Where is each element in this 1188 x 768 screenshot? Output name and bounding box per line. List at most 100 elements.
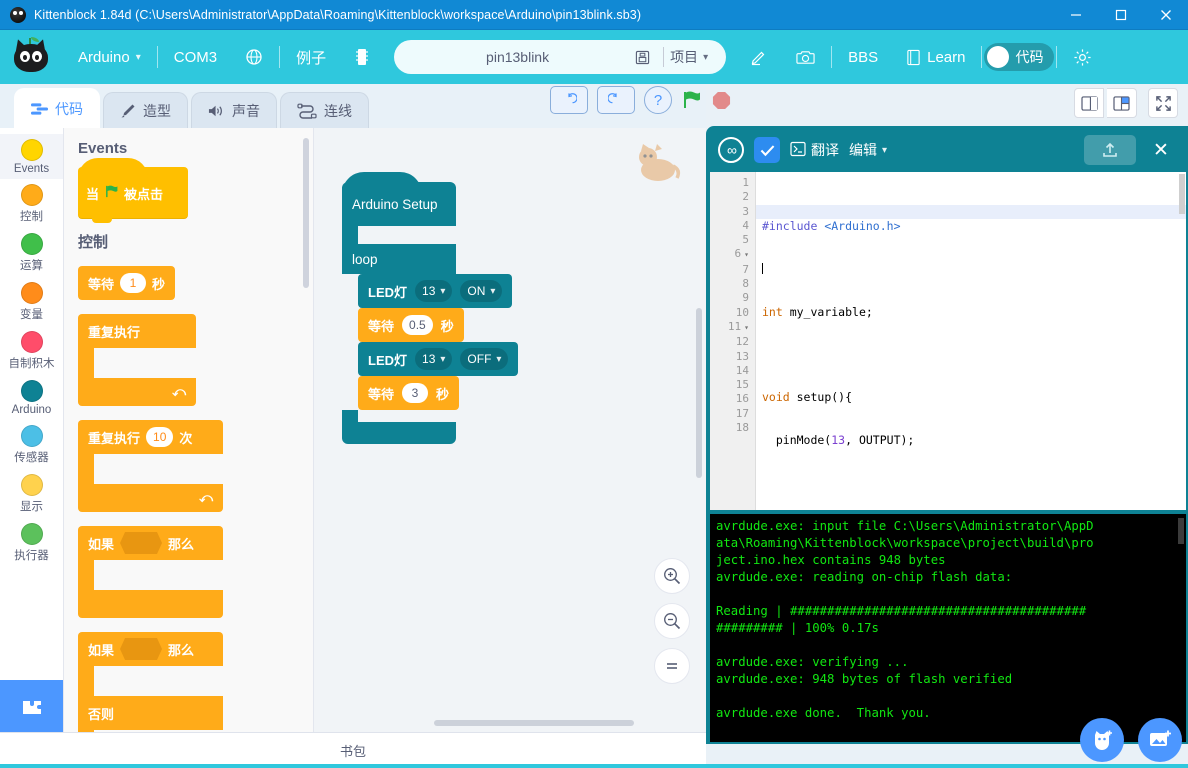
console-scrollbar[interactable]	[1178, 518, 1184, 544]
zoom-out-icon[interactable]	[654, 603, 690, 639]
close-panel-button[interactable]: ✕	[1146, 139, 1176, 162]
serial-console-output[interactable]: avrdude.exe: input file C:\Users\Adminis…	[710, 514, 1186, 742]
block-led-on[interactable]: LED灯 13 ▾ ON ▾	[358, 274, 513, 308]
arduino-logo-glyph: ∞	[727, 142, 737, 158]
globe-icon[interactable]	[231, 40, 277, 74]
verify-button[interactable]	[754, 137, 780, 163]
block-dropdown-pin-1[interactable]: 13 ▾	[415, 280, 453, 302]
examples-menu[interactable]: 例子	[282, 40, 340, 74]
block-dropdown-state-1[interactable]: ON ▾	[460, 280, 503, 302]
chevron-down-icon-pin1: ▾	[440, 285, 446, 297]
block-dropdown-state-2[interactable]: OFF ▾	[460, 348, 509, 370]
learn-link[interactable]: Learn	[892, 40, 979, 74]
block-input-wait-value[interactable]: 1	[120, 273, 147, 293]
block-condition-slot[interactable]	[120, 532, 163, 554]
block-text-wait-1: 等待	[368, 318, 395, 334]
block-input-wait-2[interactable]: 3	[402, 383, 429, 403]
sidebar-item-control[interactable]: 控制	[0, 179, 63, 228]
block-palette[interactable]: Events 当 被点击 控制 等待 1 秒 重复执行 ⤺ 重复执行 10 次 …	[64, 128, 314, 732]
sidebar-item-events[interactable]: Events	[0, 134, 63, 179]
toolbar-divider-5	[1056, 46, 1058, 68]
port-label: COM3	[173, 48, 218, 66]
script-arduino-setup[interactable]: Arduino Setup loop LED灯 13 ▾ ON ▾ 等待 0.5…	[342, 172, 519, 444]
block-condition-slot-2[interactable]	[120, 638, 163, 660]
category-dot	[20, 331, 43, 353]
window-title: Kittenblock 1.84d (C:\Users\Administrato…	[34, 7, 642, 22]
workspace-vertical-scrollbar[interactable]	[696, 308, 702, 478]
minimize-button[interactable]	[1053, 0, 1098, 30]
block-if-then-else[interactable]: 如果 那么 否则	[78, 632, 223, 732]
green-flag-icon[interactable]	[681, 89, 703, 111]
project-name[interactable]: pin13blink	[394, 49, 627, 65]
save-icon[interactable]	[627, 50, 657, 65]
block-when-flag-clicked[interactable]: 当 被点击	[78, 158, 188, 223]
block-input-repeat-value[interactable]: 10	[146, 427, 174, 447]
undo-button[interactable]	[550, 86, 588, 114]
board-selector[interactable]: Arduino ▾	[64, 40, 155, 74]
block-text-if-2: 如果	[88, 642, 115, 658]
camera-icon[interactable]	[782, 40, 829, 74]
sidebar-item-my-blocks[interactable]: 自制积木	[0, 326, 63, 375]
edit-menu-button[interactable]: 编辑 ▾	[849, 140, 887, 160]
large-stage-button[interactable]	[1107, 88, 1137, 118]
code-text[interactable]: #include <Arduino.h> int my_variable; vo…	[756, 172, 1186, 510]
block-loop-label[interactable]: loop	[342, 244, 456, 274]
block-input-wait-1[interactable]: 0.5	[402, 315, 433, 335]
zoom-in-icon[interactable]	[654, 558, 690, 594]
fullscreen-button[interactable]	[1148, 88, 1178, 118]
help-button[interactable]: ?	[644, 86, 672, 114]
toolbar-divider-4	[981, 46, 983, 68]
small-stage-button[interactable]	[1074, 88, 1104, 118]
block-led-off[interactable]: LED灯 13 ▾ OFF ▾	[358, 342, 519, 376]
add-extension-button[interactable]	[0, 680, 63, 732]
code-mode-toggle[interactable]: 代码	[984, 43, 1055, 71]
tab-sounds[interactable]: 声音	[191, 92, 277, 128]
project-box: pin13blink 项目 ▾	[394, 40, 727, 74]
gear-icon[interactable]	[1059, 40, 1106, 74]
tab-costumes[interactable]: 造型	[103, 92, 188, 128]
block-dropdown-pin-2[interactable]: 13 ▾	[415, 348, 453, 370]
bbs-link[interactable]: BBS	[834, 40, 892, 74]
zoom-reset-icon[interactable]	[654, 648, 690, 684]
tab-code[interactable]: 代码	[14, 88, 100, 128]
translate-button[interactable]: 翻译	[790, 140, 839, 160]
sidebar-item-sensors[interactable]: 传感器	[0, 420, 63, 469]
close-button[interactable]	[1143, 0, 1188, 30]
editor-scrollbar[interactable]	[1179, 174, 1185, 214]
code-editor[interactable]: 1 2 3 4 5 6 ▾ 7 8 9 10 11 ▾ 12 13 14 15 16 17 18 #include <…	[710, 172, 1186, 510]
loop-body: LED灯 13 ▾ ON ▾ 等待 0.5 秒 LED灯 13 ▾ OFF ▾ …	[358, 274, 519, 410]
pencil-icon[interactable]	[736, 40, 782, 74]
stop-icon[interactable]	[712, 91, 731, 110]
sidebar-item-variables[interactable]: 变量	[0, 277, 63, 326]
palette-scrollbar[interactable]	[303, 138, 309, 288]
backpack-bar[interactable]: 书包	[0, 732, 706, 768]
project-menu[interactable]: 项目 ▾	[670, 47, 720, 67]
block-text-repeat: 重复执行	[88, 430, 141, 446]
block-wait-1[interactable]: 等待 0.5 秒	[358, 308, 464, 342]
block-workspace[interactable]: Arduino Setup loop LED灯 13 ▾ ON ▾ 等待 0.5…	[314, 128, 706, 732]
add-backdrop-icon[interactable]	[1138, 718, 1182, 762]
block-forever[interactable]: 重复执行 ⤺	[78, 314, 196, 406]
block-wait-seconds[interactable]: 等待 1 秒	[78, 266, 176, 300]
upload-button[interactable]	[1084, 135, 1136, 165]
category-dot	[20, 233, 43, 255]
maximize-button[interactable]	[1098, 0, 1143, 30]
palette-section-control: 控制	[78, 234, 109, 251]
sidebar-item-display[interactable]: 显示	[0, 469, 63, 518]
tab-connect[interactable]: 连线	[280, 92, 369, 128]
port-selector[interactable]: COM3	[160, 40, 231, 74]
sidebar-item-operators[interactable]: 运算	[0, 228, 63, 277]
workspace-horizontal-scrollbar[interactable]	[434, 720, 634, 726]
add-sprite-icon[interactable]	[1080, 718, 1124, 762]
block-repeat-times[interactable]: 重复执行 10 次 ⤺	[78, 420, 223, 512]
state-value-1: ON	[467, 284, 486, 298]
block-arduino-setup-hat[interactable]: Arduino Setup	[342, 172, 456, 226]
block-wait-2[interactable]: 等待 3 秒	[358, 376, 460, 410]
loop-arrow-icon-2: ⤺	[199, 490, 213, 505]
block-if-then[interactable]: 如果 那么	[78, 526, 223, 618]
chip-icon[interactable]	[340, 40, 384, 74]
redo-button[interactable]	[597, 86, 635, 114]
toolbar-divider-2	[279, 46, 281, 68]
sidebar-item-actuators[interactable]: 执行器	[0, 518, 63, 567]
sidebar-item-arduino[interactable]: Arduino	[0, 375, 63, 420]
